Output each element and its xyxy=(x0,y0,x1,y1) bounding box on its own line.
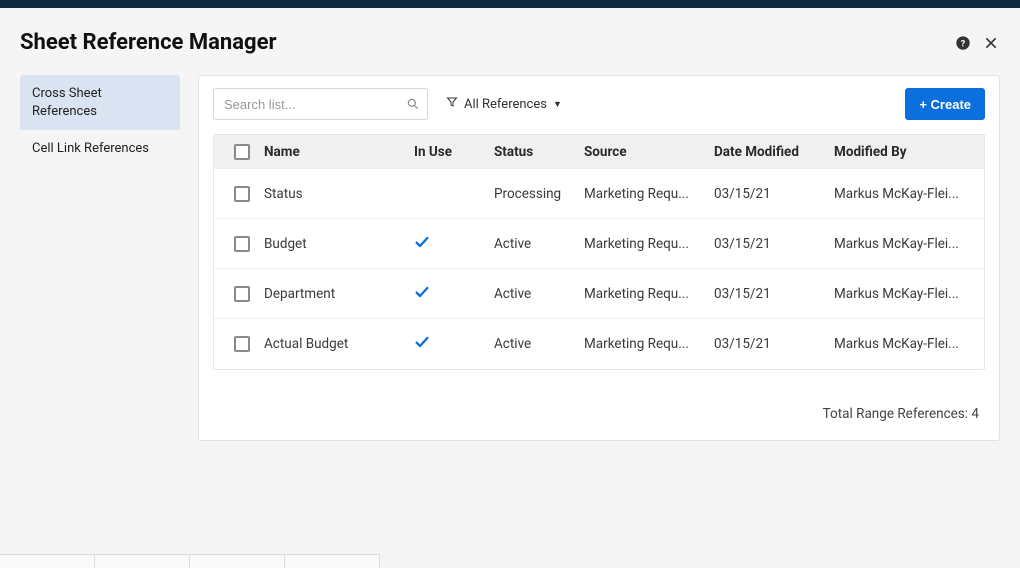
references-table: Name In Use Status Source Date Modified … xyxy=(213,134,985,370)
sidebar-item-cross-sheet[interactable]: Cross Sheet References xyxy=(20,75,180,130)
cell-source: Marketing Requ... xyxy=(578,286,708,302)
cell-modified-by: Markus McKay-Flei... xyxy=(828,286,980,302)
create-button[interactable]: + Create xyxy=(905,88,985,120)
cell-status: Active xyxy=(488,236,578,252)
background-grid-peek xyxy=(0,554,400,568)
table-footer: Total Range References: 4 xyxy=(213,406,985,422)
sidebar-item-cell-link[interactable]: Cell Link References xyxy=(20,130,180,168)
svg-text:?: ? xyxy=(961,38,966,49)
cell-in-use xyxy=(408,284,488,304)
cell-source: Marketing Requ... xyxy=(578,186,708,202)
filter-label: All References xyxy=(464,97,547,112)
table-row[interactable]: Department ActiveMarketing Requ...03/15/2… xyxy=(214,269,984,319)
sidebar-item-label: Cell Link References xyxy=(32,141,149,156)
cell-date-modified: 03/15/21 xyxy=(708,186,828,202)
cell-modified-by: Markus McKay-Flei... xyxy=(828,236,980,252)
row-checkbox[interactable] xyxy=(234,236,250,252)
table-row[interactable]: Status ProcessingMarketing Requ...03/15/2… xyxy=(214,169,984,219)
col-in-use[interactable]: In Use xyxy=(408,144,488,160)
cell-modified-by: Markus McKay-Flei... xyxy=(828,336,980,352)
cell-in-use xyxy=(408,234,488,254)
cell-date-modified: 03/15/21 xyxy=(708,236,828,252)
cell-name: Department xyxy=(258,286,408,302)
col-name[interactable]: Name xyxy=(258,144,408,160)
filter-icon xyxy=(446,96,458,112)
search-container xyxy=(213,88,428,120)
row-checkbox[interactable] xyxy=(234,286,250,302)
filter-dropdown[interactable]: All References ▼ xyxy=(442,88,566,120)
select-all-checkbox[interactable] xyxy=(234,144,250,160)
total-count: 4 xyxy=(971,406,979,422)
search-icon xyxy=(406,97,420,111)
table-row[interactable]: Budget ActiveMarketing Requ...03/15/21Mar… xyxy=(214,219,984,269)
help-icon[interactable]: ? xyxy=(954,34,972,52)
main-content: All References ▼ + Create Name In Use St… xyxy=(198,75,1000,441)
col-source[interactable]: Source xyxy=(578,144,708,160)
total-label: Total Range References: xyxy=(823,406,968,422)
cell-source: Marketing Requ... xyxy=(578,236,708,252)
search-input[interactable] xyxy=(213,88,428,120)
cell-modified-by: Markus McKay-Flei... xyxy=(828,186,980,202)
toolbar: All References ▼ + Create xyxy=(213,88,985,120)
chevron-down-icon: ▼ xyxy=(553,99,562,110)
cell-name: Budget xyxy=(258,236,408,252)
cell-in-use xyxy=(408,334,488,354)
cell-source: Marketing Requ... xyxy=(578,336,708,352)
table-row[interactable]: Actual Budget ActiveMarketing Requ...03/1… xyxy=(214,319,984,369)
cell-status: Active xyxy=(488,286,578,302)
app-top-bar xyxy=(0,0,1020,8)
sidebar-item-label: Cross Sheet References xyxy=(32,86,102,119)
sheet-reference-manager-dialog: Sheet Reference Manager ? Cross Sheet Re… xyxy=(0,8,1020,568)
cell-date-modified: 03/15/21 xyxy=(708,336,828,352)
row-checkbox[interactable] xyxy=(234,336,250,352)
close-icon[interactable] xyxy=(982,34,1000,52)
dialog-title: Sheet Reference Manager xyxy=(20,30,277,55)
cell-name: Actual Budget xyxy=(258,336,408,352)
cell-name: Status xyxy=(258,186,408,202)
row-checkbox[interactable] xyxy=(234,186,250,202)
col-modified-by[interactable]: Modified By xyxy=(828,144,980,160)
cell-status: Active xyxy=(488,336,578,352)
col-status[interactable]: Status xyxy=(488,144,578,160)
cell-date-modified: 03/15/21 xyxy=(708,286,828,302)
cell-status: Processing xyxy=(488,186,578,202)
col-date-modified[interactable]: Date Modified xyxy=(708,144,828,160)
sidebar-nav: Cross Sheet References Cell Link Referen… xyxy=(20,75,180,441)
table-header-row: Name In Use Status Source Date Modified … xyxy=(214,135,984,169)
